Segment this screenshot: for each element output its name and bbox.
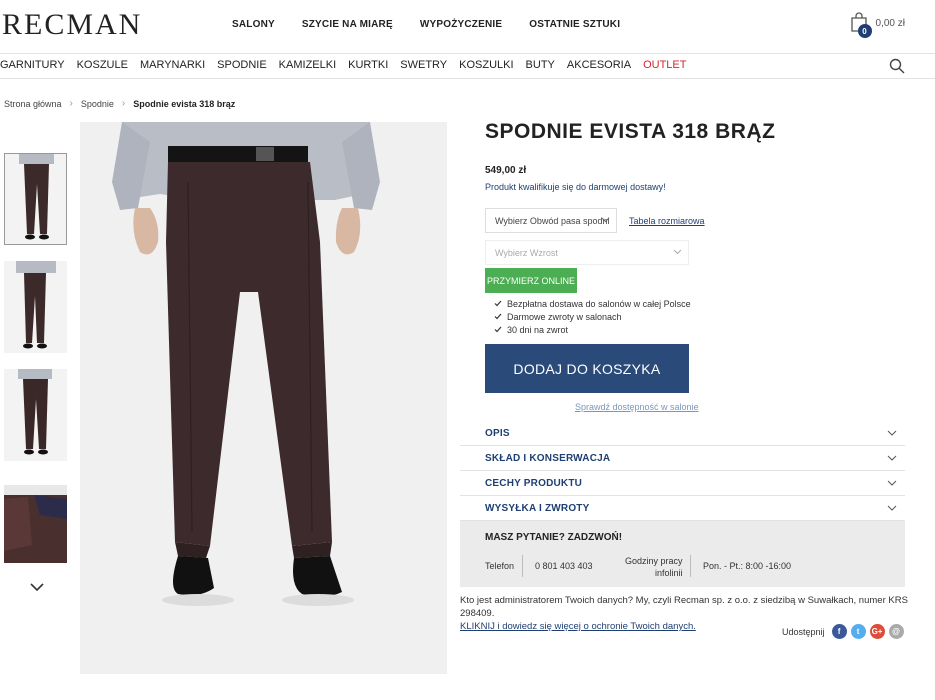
divider (0, 53, 935, 54)
waist-size-select-label: Wybierz Obwód pasa spodni (495, 215, 610, 226)
benefit-text: 30 dni na zwrot (507, 324, 569, 335)
thumbnail-front[interactable] (4, 153, 67, 245)
waist-size-select[interactable]: Wybierz Obwód pasa spodni (485, 208, 617, 233)
divider (690, 555, 691, 577)
checkmark-icon (494, 300, 502, 307)
cart-total: 0,00 zł (875, 17, 905, 29)
thumbnail-side[interactable] (4, 261, 67, 353)
accordion-label: SKŁAD I KONSERWACJA (485, 453, 611, 464)
accordion-label: CECHY PRODUKTU (485, 478, 583, 489)
accordion-label: OPIS (485, 428, 510, 439)
hours-label: Godziny pracy infolinii (625, 555, 683, 579)
add-to-cart-button[interactable]: DODAJ DO KOSZYKA (485, 344, 689, 393)
chevron-down-icon (887, 430, 897, 436)
phone-label: Telefon (485, 561, 515, 571)
category-garnitury[interactable]: GARNITURY (0, 59, 65, 71)
search-icon[interactable] (889, 58, 905, 74)
cart-count-badge: 0 (857, 24, 872, 38)
gdpr-link[interactable]: KLIKNIJ i dowiedz się więcej o ochronie … (460, 621, 696, 632)
benefits-list: Bezpłatna dostawa do salonów w całej Pol… (494, 297, 691, 336)
nav-ostatnie-sztuki[interactable]: OSTATNIE SZTUKI (529, 19, 620, 30)
contact-box: MASZ PYTANIE? ZADZWOŃ! Telefon 0 801 403… (460, 521, 905, 587)
nav-wypozyczenie[interactable]: WYPOŻYCZENIE (420, 19, 502, 30)
gdpr-text: Kto jest administratorem Twoich danych? … (460, 595, 908, 619)
category-outlet[interactable]: OUTLET (643, 59, 686, 71)
top-navigation: SALONY SZYCIE NA MIARĘ WYPOŻYCZENIE OSTA… (232, 19, 620, 30)
category-navigation: GARNITURY KOSZULE MARYNARKI SPODNIE KAMI… (0, 59, 698, 71)
twitter-icon[interactable]: t (850, 624, 866, 639)
facebook-icon[interactable]: f (831, 624, 847, 639)
try-online-button[interactable]: PRZYMIERZ ONLINE (485, 268, 577, 293)
category-kurtki[interactable]: KURTKI (348, 59, 388, 71)
product-title: SPODNIE EVISTA 318 BRĄZ (485, 120, 776, 143)
size-table-link[interactable]: Tabela rozmiarowa (629, 216, 705, 226)
cart-button[interactable]: 0 0,00 zł (850, 12, 905, 38)
shopping-bag-icon: 0 (850, 12, 872, 38)
product-price: 549,00 zł (485, 165, 527, 176)
divider (522, 555, 523, 577)
checkmark-icon (494, 326, 502, 333)
hours-label-line: infolinii (655, 568, 683, 578)
list-item: 30 dni na zwrot (494, 323, 691, 336)
share-label: Udostępnij (782, 626, 825, 637)
accordion-sklad[interactable]: SKŁAD I KONSERWACJA (460, 446, 905, 471)
product-main-image[interactable] (80, 122, 447, 674)
phone-number[interactable]: 0 801 403 403 (535, 561, 593, 571)
hours-label-line: Godziny pracy (625, 556, 683, 566)
list-item: Bezpłatna dostawa do salonów w całej Pol… (494, 297, 691, 310)
accordion-wysylka[interactable]: WYSYŁKA I ZWROTY (460, 496, 905, 521)
accordion-label: WYSYŁKA I ZWROTY (485, 503, 590, 514)
thumbnail-detail[interactable] (4, 485, 67, 563)
category-buty[interactable]: BUTY (526, 59, 555, 71)
divider (0, 78, 935, 79)
height-select[interactable]: Wybierz Wzrost (485, 240, 689, 265)
chevron-down-icon (887, 480, 897, 486)
category-swetry[interactable]: SWETRY (400, 59, 447, 71)
thumbnail-back[interactable] (4, 369, 67, 461)
nav-salony[interactable]: SALONY (232, 19, 275, 30)
share-bar: Udostępnij f t G+ @ (782, 624, 904, 639)
check-store-availability-link[interactable]: Sprawdź dostępność w salonie (575, 402, 699, 412)
hours-value: Pon. - Pt.: 8:00 -16:00 (703, 561, 792, 571)
accordion-opis[interactable]: OPIS (460, 421, 905, 446)
nav-szycie-na-miare[interactable]: SZYCIE NA MIARĘ (302, 19, 393, 30)
google-plus-icon[interactable]: G+ (869, 624, 885, 639)
free-shipping-note: Produkt kwalifikuje się do darmowej dost… (485, 182, 666, 192)
height-select-label: Wybierz Wzrost (495, 247, 558, 258)
chevron-down-icon (887, 505, 897, 511)
category-koszule[interactable]: KOSZULE (77, 59, 128, 71)
breadcrumb: Strona główna › Spodnie › Spodnie evista… (4, 98, 235, 109)
logo[interactable]: RECMAN (2, 8, 142, 42)
breadcrumb-category[interactable]: Spodnie (81, 99, 114, 109)
chevron-right-icon: › (121, 98, 126, 109)
benefit-text: Bezpłatna dostawa do salonów w całej Pol… (507, 298, 691, 309)
email-icon[interactable]: @ (888, 624, 904, 639)
chevron-right-icon: › (69, 98, 73, 109)
accordion-cechy[interactable]: CECHY PRODUKTU (460, 471, 905, 496)
category-kamizelki[interactable]: KAMIZELKI (279, 59, 336, 71)
list-item: Darmowe zwroty w salonach (494, 310, 691, 323)
breadcrumb-home[interactable]: Strona główna (4, 99, 62, 109)
chevron-down-icon[interactable] (28, 580, 46, 592)
benefit-text: Darmowe zwroty w salonach (507, 311, 622, 322)
category-marynarki[interactable]: MARYNARKI (140, 59, 205, 71)
chevron-down-icon (887, 455, 897, 461)
category-koszulki[interactable]: KOSZULKI (459, 59, 513, 71)
category-akcesoria[interactable]: AKCESORIA (567, 59, 631, 71)
breadcrumb-current: Spodnie evista 318 brąz (133, 98, 236, 109)
checkmark-icon (494, 313, 502, 320)
chevron-down-icon (601, 217, 610, 223)
chevron-down-icon (673, 249, 682, 255)
category-spodnie[interactable]: SPODNIE (217, 59, 267, 71)
contact-title: MASZ PYTANIE? ZADZWOŃ! (485, 532, 623, 543)
